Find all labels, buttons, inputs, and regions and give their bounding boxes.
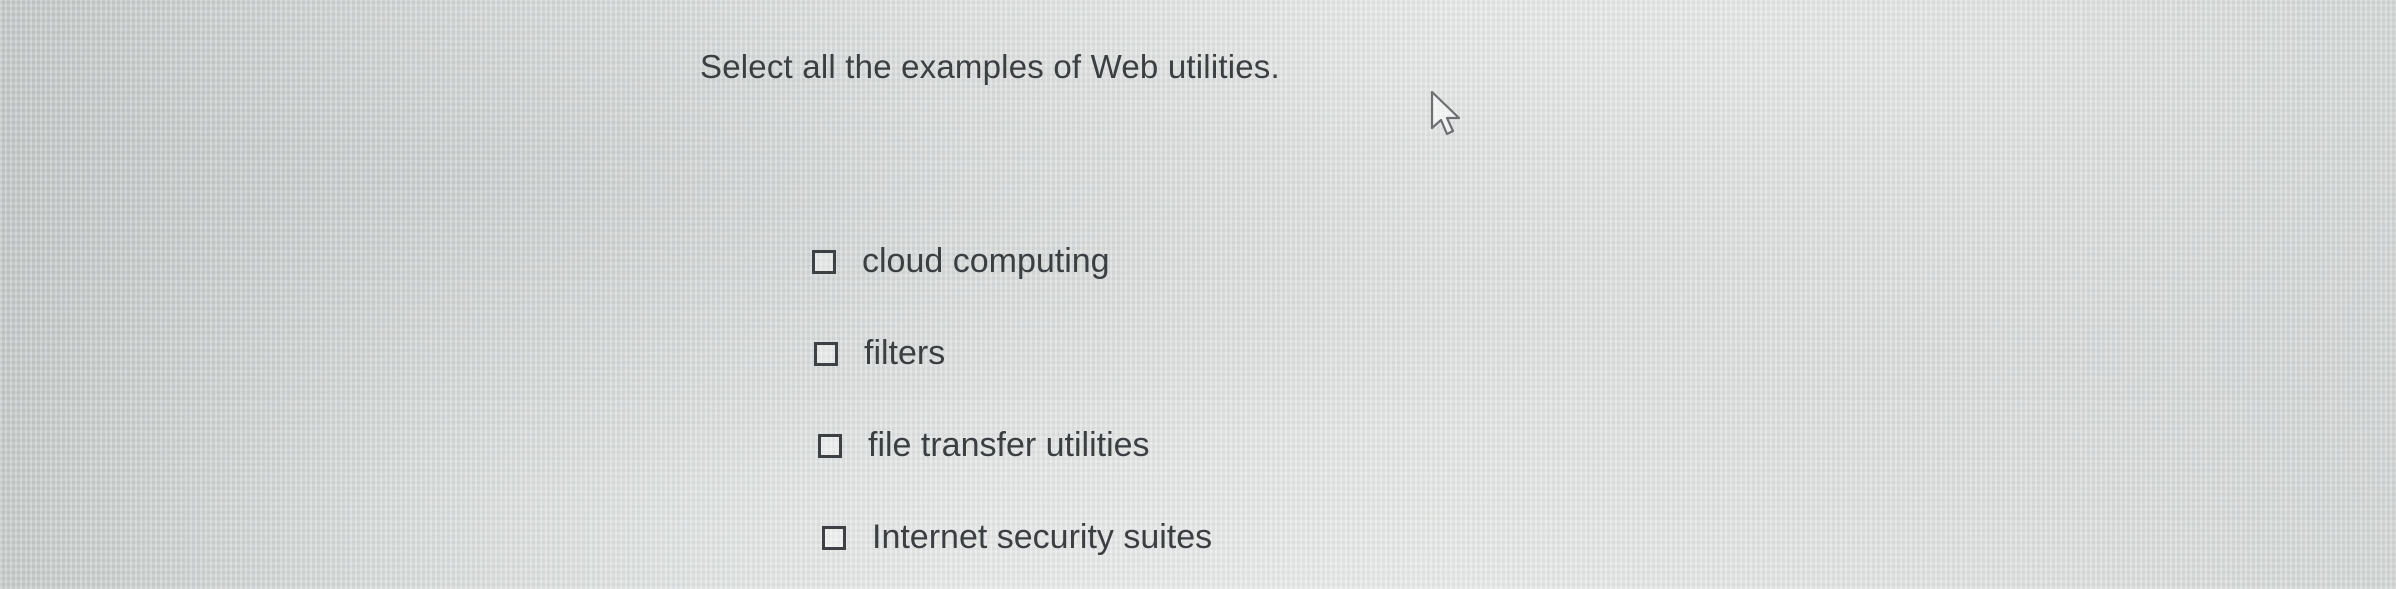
option-cloud-computing[interactable]: cloud computing [812, 242, 1110, 281]
option-file-transfer-utilities[interactable]: file transfer utilities [818, 426, 1150, 465]
option-label: cloud computing [862, 242, 1110, 280]
question-prompt: Select all the examples of Web utilities… [700, 48, 1280, 85]
checkbox[interactable] [822, 525, 846, 550]
checkbox[interactable] [818, 433, 842, 458]
mouse-pointer-icon [1430, 90, 1461, 136]
checkbox[interactable] [812, 249, 836, 274]
checkbox[interactable] [814, 341, 838, 366]
option-label: Internet security suites [872, 518, 1213, 556]
option-internet-security-suites[interactable]: Internet security suites [822, 518, 1212, 557]
option-filters[interactable]: filters [814, 334, 945, 373]
screen-texture [0, 0, 2396, 589]
option-label: filters [864, 334, 946, 372]
option-label: file transfer utilities [868, 426, 1150, 464]
